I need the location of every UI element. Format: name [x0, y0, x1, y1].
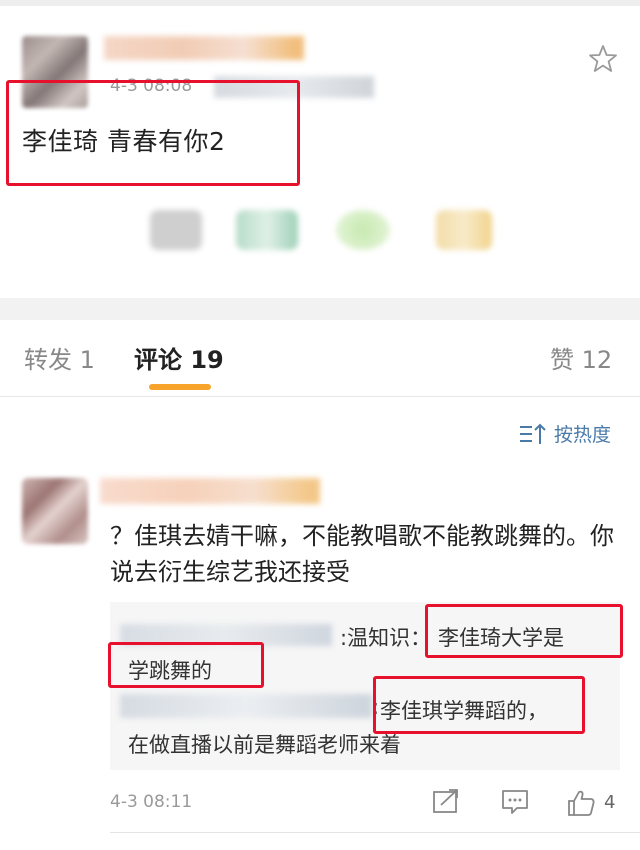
reply-prefix: :温知识： — [340, 626, 432, 650]
tabs-divider — [0, 396, 640, 397]
highlight-box-post — [6, 80, 300, 186]
like-action-blurred[interactable] — [336, 210, 390, 250]
sort-by-hot-button[interactable]: 按热度 — [518, 420, 611, 447]
reply-author-blurred[interactable] — [120, 694, 372, 718]
post-author-name-blurred[interactable] — [104, 36, 304, 60]
gift-action-blurred[interactable] — [436, 210, 492, 250]
comment-icon[interactable] — [500, 788, 530, 816]
comment-author-name-blurred[interactable] — [100, 478, 320, 504]
share-icon[interactable] — [432, 788, 460, 814]
comment-time: 4-3 08:11 — [110, 792, 193, 812]
bottom-divider — [110, 832, 640, 833]
thumbs-up-icon[interactable] — [566, 788, 596, 818]
tab-likes[interactable]: 赞 12 — [550, 340, 612, 375]
comment-avatar[interactable] — [22, 478, 88, 544]
active-tab-indicator — [149, 384, 211, 390]
tab-comments[interactable]: 评论 19 — [134, 340, 224, 375]
repost-action-blurred[interactable] — [150, 210, 202, 250]
reply-text-continued: 在做直播以前是舞蹈老师来着 — [128, 733, 401, 757]
comment-text: ？佳琪去婧干嘛，不能教唱歌不能教跳舞的。你说去衍生综艺我还接受 — [110, 522, 614, 586]
star-icon[interactable] — [588, 44, 618, 74]
tab-repost[interactable]: 转发 1 — [24, 340, 95, 375]
section-gap — [0, 298, 640, 320]
sort-label: 按热度 — [554, 424, 612, 446]
like-count: 4 — [604, 792, 616, 813]
highlight-box-reply — [108, 642, 264, 688]
comment-action-blurred[interactable] — [236, 210, 298, 250]
highlight-box-reply — [373, 676, 585, 734]
highlight-box-reply — [425, 604, 623, 658]
sort-icon — [520, 423, 546, 444]
